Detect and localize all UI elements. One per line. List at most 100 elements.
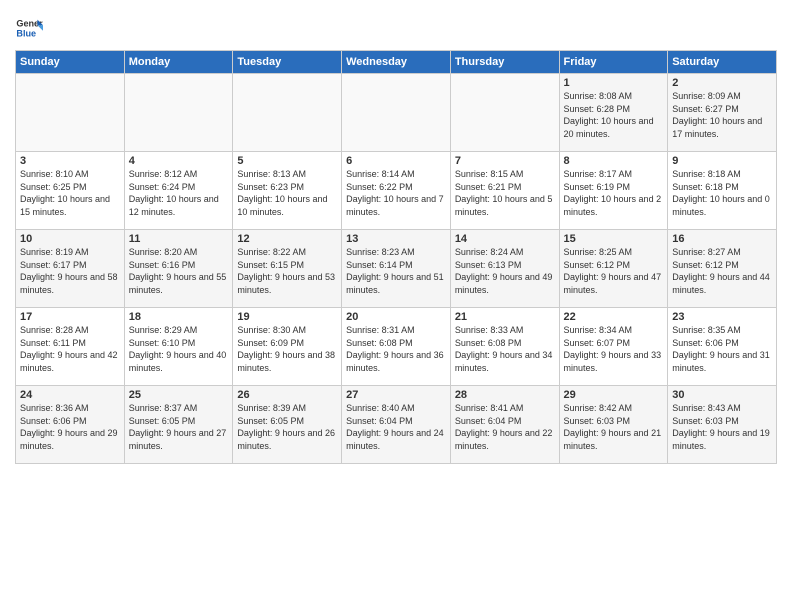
header: General Blue [15, 10, 777, 42]
week-row-1: 3Sunrise: 8:10 AM Sunset: 6:25 PM Daylig… [16, 152, 777, 230]
day-number: 28 [455, 389, 555, 401]
weekday-monday: Monday [124, 51, 233, 74]
day-info: Sunrise: 8:12 AM Sunset: 6:24 PM Dayligh… [129, 168, 229, 218]
calendar-cell: 16Sunrise: 8:27 AM Sunset: 6:12 PM Dayli… [668, 230, 777, 308]
day-info: Sunrise: 8:42 AM Sunset: 6:03 PM Dayligh… [564, 402, 664, 452]
day-number: 14 [455, 233, 555, 245]
day-info: Sunrise: 8:43 AM Sunset: 6:03 PM Dayligh… [672, 402, 772, 452]
day-info: Sunrise: 8:19 AM Sunset: 6:17 PM Dayligh… [20, 246, 120, 296]
calendar-cell [124, 74, 233, 152]
calendar-cell: 3Sunrise: 8:10 AM Sunset: 6:25 PM Daylig… [16, 152, 125, 230]
day-number: 27 [346, 389, 446, 401]
day-number: 17 [20, 311, 120, 323]
calendar-cell: 20Sunrise: 8:31 AM Sunset: 6:08 PM Dayli… [342, 308, 451, 386]
svg-text:Blue: Blue [16, 28, 36, 38]
calendar-cell: 19Sunrise: 8:30 AM Sunset: 6:09 PM Dayli… [233, 308, 342, 386]
day-number: 9 [672, 155, 772, 167]
day-info: Sunrise: 8:30 AM Sunset: 6:09 PM Dayligh… [237, 324, 337, 374]
calendar-cell: 23Sunrise: 8:35 AM Sunset: 6:06 PM Dayli… [668, 308, 777, 386]
day-number: 8 [564, 155, 664, 167]
day-info: Sunrise: 8:23 AM Sunset: 6:14 PM Dayligh… [346, 246, 446, 296]
day-number: 7 [455, 155, 555, 167]
day-number: 10 [20, 233, 120, 245]
day-info: Sunrise: 8:31 AM Sunset: 6:08 PM Dayligh… [346, 324, 446, 374]
day-info: Sunrise: 8:25 AM Sunset: 6:12 PM Dayligh… [564, 246, 664, 296]
page-container: General Blue SundayMondayTuesdayWednesda… [0, 0, 792, 474]
calendar-cell: 2Sunrise: 8:09 AM Sunset: 6:27 PM Daylig… [668, 74, 777, 152]
calendar-cell: 10Sunrise: 8:19 AM Sunset: 6:17 PM Dayli… [16, 230, 125, 308]
weekday-sunday: Sunday [16, 51, 125, 74]
day-info: Sunrise: 8:36 AM Sunset: 6:06 PM Dayligh… [20, 402, 120, 452]
day-info: Sunrise: 8:40 AM Sunset: 6:04 PM Dayligh… [346, 402, 446, 452]
calendar-cell: 13Sunrise: 8:23 AM Sunset: 6:14 PM Dayli… [342, 230, 451, 308]
calendar-cell: 12Sunrise: 8:22 AM Sunset: 6:15 PM Dayli… [233, 230, 342, 308]
calendar-cell: 26Sunrise: 8:39 AM Sunset: 6:05 PM Dayli… [233, 386, 342, 464]
day-number: 15 [564, 233, 664, 245]
day-info: Sunrise: 8:14 AM Sunset: 6:22 PM Dayligh… [346, 168, 446, 218]
calendar-cell: 8Sunrise: 8:17 AM Sunset: 6:19 PM Daylig… [559, 152, 668, 230]
day-info: Sunrise: 8:29 AM Sunset: 6:10 PM Dayligh… [129, 324, 229, 374]
day-number: 3 [20, 155, 120, 167]
calendar-cell: 25Sunrise: 8:37 AM Sunset: 6:05 PM Dayli… [124, 386, 233, 464]
day-info: Sunrise: 8:13 AM Sunset: 6:23 PM Dayligh… [237, 168, 337, 218]
logo: General Blue [15, 14, 47, 42]
day-number: 13 [346, 233, 446, 245]
calendar-cell: 6Sunrise: 8:14 AM Sunset: 6:22 PM Daylig… [342, 152, 451, 230]
calendar-cell: 28Sunrise: 8:41 AM Sunset: 6:04 PM Dayli… [450, 386, 559, 464]
day-info: Sunrise: 8:24 AM Sunset: 6:13 PM Dayligh… [455, 246, 555, 296]
day-info: Sunrise: 8:39 AM Sunset: 6:05 PM Dayligh… [237, 402, 337, 452]
weekday-saturday: Saturday [668, 51, 777, 74]
calendar-cell [233, 74, 342, 152]
calendar-cell: 21Sunrise: 8:33 AM Sunset: 6:08 PM Dayli… [450, 308, 559, 386]
day-info: Sunrise: 8:15 AM Sunset: 6:21 PM Dayligh… [455, 168, 555, 218]
calendar-cell: 11Sunrise: 8:20 AM Sunset: 6:16 PM Dayli… [124, 230, 233, 308]
day-number: 16 [672, 233, 772, 245]
day-number: 5 [237, 155, 337, 167]
day-number: 6 [346, 155, 446, 167]
calendar-cell: 29Sunrise: 8:42 AM Sunset: 6:03 PM Dayli… [559, 386, 668, 464]
calendar-cell: 14Sunrise: 8:24 AM Sunset: 6:13 PM Dayli… [450, 230, 559, 308]
day-number: 2 [672, 77, 772, 89]
calendar-cell: 5Sunrise: 8:13 AM Sunset: 6:23 PM Daylig… [233, 152, 342, 230]
day-info: Sunrise: 8:22 AM Sunset: 6:15 PM Dayligh… [237, 246, 337, 296]
day-number: 30 [672, 389, 772, 401]
week-row-0: 1Sunrise: 8:08 AM Sunset: 6:28 PM Daylig… [16, 74, 777, 152]
day-info: Sunrise: 8:37 AM Sunset: 6:05 PM Dayligh… [129, 402, 229, 452]
calendar-cell [342, 74, 451, 152]
calendar-cell: 22Sunrise: 8:34 AM Sunset: 6:07 PM Dayli… [559, 308, 668, 386]
day-number: 23 [672, 311, 772, 323]
day-info: Sunrise: 8:20 AM Sunset: 6:16 PM Dayligh… [129, 246, 229, 296]
day-number: 25 [129, 389, 229, 401]
day-info: Sunrise: 8:34 AM Sunset: 6:07 PM Dayligh… [564, 324, 664, 374]
calendar-cell: 4Sunrise: 8:12 AM Sunset: 6:24 PM Daylig… [124, 152, 233, 230]
weekday-wednesday: Wednesday [342, 51, 451, 74]
calendar-cell: 9Sunrise: 8:18 AM Sunset: 6:18 PM Daylig… [668, 152, 777, 230]
day-info: Sunrise: 8:08 AM Sunset: 6:28 PM Dayligh… [564, 90, 664, 140]
day-number: 19 [237, 311, 337, 323]
calendar-cell: 18Sunrise: 8:29 AM Sunset: 6:10 PM Dayli… [124, 308, 233, 386]
day-number: 4 [129, 155, 229, 167]
day-number: 1 [564, 77, 664, 89]
calendar-cell [16, 74, 125, 152]
day-info: Sunrise: 8:09 AM Sunset: 6:27 PM Dayligh… [672, 90, 772, 140]
day-info: Sunrise: 8:41 AM Sunset: 6:04 PM Dayligh… [455, 402, 555, 452]
day-number: 26 [237, 389, 337, 401]
calendar-cell: 7Sunrise: 8:15 AM Sunset: 6:21 PM Daylig… [450, 152, 559, 230]
logo-icon: General Blue [15, 14, 43, 42]
day-info: Sunrise: 8:33 AM Sunset: 6:08 PM Dayligh… [455, 324, 555, 374]
calendar-cell [450, 74, 559, 152]
day-info: Sunrise: 8:27 AM Sunset: 6:12 PM Dayligh… [672, 246, 772, 296]
day-number: 18 [129, 311, 229, 323]
day-info: Sunrise: 8:17 AM Sunset: 6:19 PM Dayligh… [564, 168, 664, 218]
calendar-cell: 15Sunrise: 8:25 AM Sunset: 6:12 PM Dayli… [559, 230, 668, 308]
week-row-2: 10Sunrise: 8:19 AM Sunset: 6:17 PM Dayli… [16, 230, 777, 308]
day-number: 21 [455, 311, 555, 323]
day-number: 20 [346, 311, 446, 323]
day-info: Sunrise: 8:28 AM Sunset: 6:11 PM Dayligh… [20, 324, 120, 374]
calendar-cell: 27Sunrise: 8:40 AM Sunset: 6:04 PM Dayli… [342, 386, 451, 464]
day-number: 11 [129, 233, 229, 245]
week-row-4: 24Sunrise: 8:36 AM Sunset: 6:06 PM Dayli… [16, 386, 777, 464]
day-number: 12 [237, 233, 337, 245]
day-number: 24 [20, 389, 120, 401]
calendar-body: 1Sunrise: 8:08 AM Sunset: 6:28 PM Daylig… [16, 74, 777, 464]
